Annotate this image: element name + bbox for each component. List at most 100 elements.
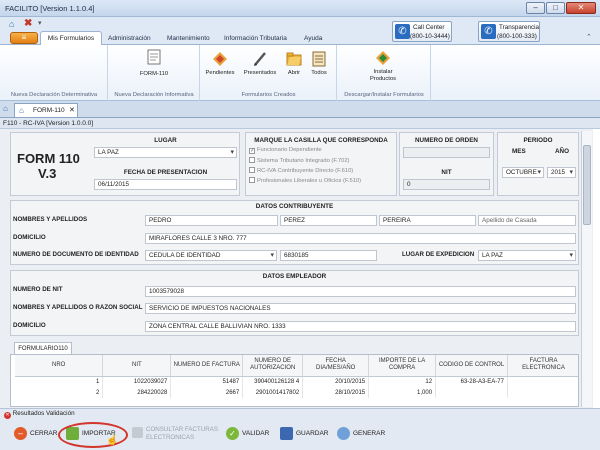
cell-nit[interactable]: 1022039027 [102,376,172,387]
cell-factura-electronica[interactable] [507,376,578,387]
cell-nit[interactable]: 284220028 [102,387,172,398]
anio-label: AÑO [555,148,569,155]
pendientes-label: Pendientes [205,70,235,76]
pendientes-button[interactable]: Pendientes [204,51,236,76]
apellido-materno-input[interactable]: PEREIRA [379,215,476,226]
form-110-button[interactable]: FORM-110 [136,49,172,77]
close-icon[interactable]: ✖ [24,18,32,29]
numero-documento-input[interactable]: 6830185 [280,250,377,261]
tab-mantenimiento[interactable]: Mantenimiento [167,33,210,45]
guardar-button[interactable]: GUARDAR [280,423,329,445]
diamond-icon [213,52,227,66]
anio-select[interactable]: 2015 [547,167,576,178]
cell-codigo-control[interactable]: 63-28-A3-EA-77 [435,376,508,387]
cell-importe[interactable]: 12 [368,376,437,387]
cell-autorizacion[interactable]: 2901001417802 [242,387,304,398]
tab-administracion[interactable]: Administración [108,33,151,45]
form-version: V.3 [38,166,57,181]
scrollbar-thumb[interactable] [583,145,591,225]
nombre-input[interactable]: PEDRO [145,215,278,226]
generar-button[interactable]: GENERAR [337,423,385,445]
empleador-section-title: DATOS EMPLEADOR [262,273,327,280]
nombres-label: NOMBRES Y APELLIDOS [13,216,88,223]
col-nro[interactable]: NRO [15,355,104,377]
cell-autorizacion[interactable]: 390400126128 4 [242,376,304,387]
abrir-button[interactable]: Abrir [283,51,305,76]
collapse-ribbon-icon[interactable]: ⌃ [586,33,592,41]
grid-tab-formulario110[interactable]: FORMULARIO110 [14,342,72,354]
col-factura-electronica[interactable]: FACTURA ELECTRONICA [507,355,578,377]
call-center-number: (800-10-3444) [410,33,450,40]
periodo-label: PERIODO [523,137,553,144]
app-menu-button[interactable]: ≡ [10,32,38,44]
minimize-button[interactable]: – [526,2,545,14]
todos-button[interactable]: Todos [308,51,330,76]
call-center-button[interactable]: ✆ Call Center (800-10-3444) [392,21,452,42]
col-codigo-control[interactable]: CODIGO DE CONTROL [435,355,508,377]
tipo-documento-select[interactable]: CEDULA DE IDENTIDAD [145,250,277,261]
mes-select[interactable]: OCTUBRE [502,167,544,178]
close-tab-icon[interactable]: ✕ [69,104,75,117]
tab-mis-formularios[interactable]: Mis Formularios [40,31,102,46]
facturas-grid: NRO NIT NUMERO DE FACTURA NUMERO DE AUTO… [10,354,579,407]
cell-factura[interactable]: 51487 [170,376,244,387]
transparencia-button[interactable]: ✆ Transparencia (800-100-333) [478,21,540,42]
razon-social-input[interactable]: SERVICIO DE IMPUESTOS NACIONALES [145,303,576,314]
vertical-scrollbar[interactable] [581,131,592,407]
home-tab-icon[interactable]: ⌂ [3,104,8,113]
presentados-button[interactable]: Presentados [240,51,280,76]
close-window-button[interactable]: ✕ [566,2,596,14]
lugar-select[interactable]: LA PAZ [94,147,237,158]
cell-fecha[interactable]: 28/10/2015 [302,387,370,398]
todos-label: Todos [311,70,327,76]
guardar-label: GUARDAR [296,430,329,437]
col-importe[interactable]: IMPORTE DE LA COMPRA [368,355,437,377]
tab-ayuda[interactable]: Ayuda [304,33,322,45]
home-icon[interactable]: ⌂ [9,19,14,29]
form-header: F110 - RC-IVA [Version 1.0.0.0] [0,118,600,129]
table-row[interactable]: 1 1022039027 51487 390400126128 4 20/10/… [15,376,578,387]
expedicion-select[interactable]: LA PAZ [478,250,576,261]
fecha-input[interactable]: 06/11/2015 [94,179,237,190]
cell-nro[interactable]: 2 [15,387,104,398]
cell-codigo-control[interactable] [435,387,508,398]
cell-fecha[interactable]: 20/10/2015 [302,376,370,387]
document-icon [147,49,161,65]
group-label: Formularios Creados [241,92,296,98]
table-row[interactable]: 2 284220028 2667 2901001417802 28/10/201… [15,387,578,398]
instalar-productos-button[interactable]: Instalar Productos [362,50,404,83]
domicilio-input[interactable]: MIRAFLORES CALLE 3 NRO. 777 [145,233,576,244]
phone-icon: ✆ [395,24,410,39]
consultar-facturas-button[interactable]: CONSULTAR FACTURAS ELECTRONICAS [132,423,224,445]
customize-icon[interactable]: ▾ [38,19,42,27]
apellido-paterno-input[interactable]: PEREZ [280,215,377,226]
validation-label: Resultados Validación [12,410,75,417]
cell-factura[interactable]: 2667 [170,387,244,398]
documento-label: NUMERO DE DOCUMENTO DE IDENTIDAD [13,251,139,258]
razon-social-label: NOMBRES Y APELLIDOS O RAZON SOCIAL [13,304,143,311]
col-autorizacion[interactable]: NUMERO DE AUTORIZACION [242,355,304,377]
notepad-icon [312,51,326,67]
col-fecha[interactable]: FECHA DIA/MES/AÑO [302,355,370,377]
checkbox-rciva-directo[interactable]: RC-IVA Contribuyente Directo (F.610) [249,167,353,174]
col-factura[interactable]: NUMERO DE FACTURA [170,355,244,377]
fecha-label: FECHA DE PRESENTACION [123,169,208,176]
doc-tab-form110[interactable]: ⌂ FORM-110 ✕ [14,103,78,117]
cursor-icon: ☝ [106,435,119,446]
col-nit[interactable]: NIT [102,355,172,377]
validar-button[interactable]: ✓ VALIDAR [226,423,269,445]
cerrar-button[interactable]: – CERRAR [14,423,57,445]
maximize-button[interactable]: □ [546,2,565,14]
document-tab-strip [0,101,600,118]
tab-informacion-tributaria[interactable]: Información Tributaria [224,33,287,45]
checkbox-sistema-integrado[interactable]: Sistema Tributario Integrado (F.702) [249,157,349,164]
empleador-domicilio-input[interactable]: ZONA CENTRAL CALLE BALLIVIAN NRO. 1333 [145,321,576,332]
apellido-casada-input[interactable]: Apellido de Casada [478,215,576,226]
cell-importe[interactable]: 1,000 [368,387,437,398]
validation-results[interactable]: ✕ Resultados Validación [4,410,75,419]
cell-nro[interactable]: 1 [15,376,104,387]
checkbox-funcionario[interactable]: ✓ Funcionario Dependiente [249,147,322,154]
cell-factura-electronica[interactable] [507,387,578,398]
checkbox-profesionales[interactable]: Profesionales Liberales u Oficios (F.510… [249,177,361,184]
empleador-nit-input[interactable]: 1003579028 [145,286,576,297]
